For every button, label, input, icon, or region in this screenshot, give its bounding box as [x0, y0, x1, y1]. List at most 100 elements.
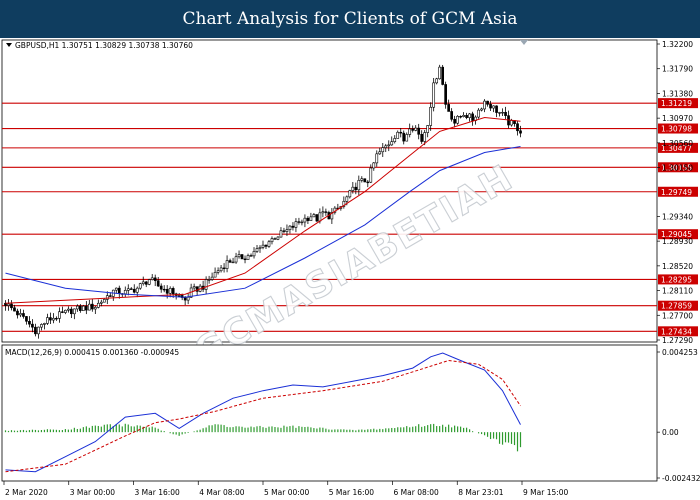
- price-tick-label: 1.31380: [662, 89, 693, 98]
- candle-body: [123, 290, 127, 295]
- candle-body: [462, 115, 465, 117]
- candle-body: [165, 288, 169, 294]
- candle-body: [19, 313, 22, 316]
- candle-body: [16, 310, 19, 316]
- candle-body: [138, 283, 142, 289]
- candle-body: [426, 125, 430, 133]
- time-tick-label: 9 Mar 15:00: [523, 488, 569, 497]
- candle-body: [144, 281, 148, 285]
- candle-body: [249, 255, 253, 257]
- candle-body: [64, 309, 67, 313]
- candle-body: [447, 104, 450, 112]
- candle-body: [420, 133, 424, 142]
- candle-body: [240, 254, 244, 260]
- candle-body: [52, 317, 55, 321]
- price-tick-label: 1.28110: [662, 287, 693, 296]
- macd-panel: MACD(12,26,9) 0.000415 0.001360 -0.00094…: [1, 344, 700, 483]
- candle-body: [288, 225, 292, 231]
- candle-body: [456, 116, 459, 124]
- candle-body: [384, 145, 388, 148]
- candle-body: [279, 230, 283, 238]
- price-panel: GCMASIABETIAH 1.312191.307981.304771.301…: [1, 39, 698, 374]
- candle-body: [55, 317, 58, 320]
- level-tag-label: 1.27859: [661, 302, 692, 311]
- candle-body: [108, 295, 112, 297]
- candle-body: [324, 211, 328, 213]
- candle-body: [132, 288, 136, 293]
- macd-info: MACD(12,26,9) 0.000415 0.001360 -0.00094…: [5, 348, 179, 357]
- candle-body: [156, 280, 160, 287]
- candle-body: [22, 313, 25, 317]
- candle-body: [390, 141, 394, 146]
- candle-body: [486, 100, 489, 105]
- candle-body: [213, 272, 217, 278]
- candle-body: [363, 178, 367, 183]
- candle-body: [396, 131, 400, 139]
- candle-body: [105, 295, 109, 300]
- candle-body: [405, 134, 409, 142]
- macd-tick-label: -0.002432: [662, 474, 700, 483]
- price-tick-label: 1.27290: [662, 336, 693, 345]
- candle-body: [96, 302, 100, 308]
- candle-body: [498, 112, 501, 114]
- candle-body: [408, 128, 412, 135]
- candle-body: [153, 277, 157, 281]
- candle-body: [483, 100, 486, 110]
- price-tick-label: 1.30560: [662, 139, 693, 148]
- candle-body: [345, 196, 349, 202]
- price-tick-label: 1.31790: [662, 65, 693, 74]
- candle-body: [99, 301, 103, 304]
- macd-axis: 0.004253 0.00 -0.002432: [657, 348, 700, 483]
- candle-body: [84, 305, 88, 311]
- candle-body: [135, 287, 139, 293]
- price-tick-label: 1.30150: [662, 164, 693, 173]
- candle-body: [438, 66, 442, 80]
- candle-body: [102, 299, 106, 303]
- candle-body: [147, 279, 151, 285]
- candle-body: [435, 78, 439, 84]
- candle-body: [76, 305, 79, 310]
- price-tick-label: 1.32200: [662, 40, 693, 49]
- candle-body: [429, 106, 433, 126]
- candle-body: [31, 323, 34, 328]
- candle-body: [192, 286, 196, 289]
- candle-body: [360, 178, 364, 181]
- candle-body: [264, 244, 268, 247]
- candle-body: [297, 221, 301, 223]
- time-tick-label: 5 Mar 16:00: [329, 488, 375, 497]
- time-tick-label: 6 Mar 08:00: [394, 488, 440, 497]
- candle-body: [114, 287, 118, 291]
- candle-body: [58, 311, 61, 319]
- price-tick-label: 1.28930: [662, 237, 693, 246]
- candle-body: [300, 221, 304, 224]
- candle-body: [28, 320, 31, 325]
- candle-body: [237, 254, 241, 258]
- candle-body: [318, 212, 322, 222]
- candle-body: [34, 326, 37, 335]
- time-tick-label: 8 Mar 23:01: [458, 488, 504, 497]
- candle-body: [141, 281, 145, 284]
- candle-body: [46, 317, 49, 324]
- candle-body: [393, 138, 397, 142]
- candle-body: [411, 128, 415, 131]
- candle-body: [25, 316, 28, 322]
- price-tick-label: 1.30970: [662, 114, 693, 123]
- candle-body: [480, 108, 483, 111]
- candle-body: [312, 214, 316, 218]
- candle-body: [303, 217, 307, 223]
- candle-body: [222, 267, 226, 270]
- candle-body: [207, 279, 211, 281]
- level-tag-label: 1.28295: [661, 275, 692, 284]
- candle-body: [162, 288, 166, 291]
- candle-body: [285, 229, 289, 232]
- candle-body: [234, 256, 238, 263]
- candle-body: [255, 248, 259, 252]
- candle-body: [477, 109, 480, 118]
- candle-body: [225, 260, 229, 269]
- candle-body: [261, 244, 265, 248]
- price-tick-label: 1.29340: [662, 212, 693, 221]
- candle-body: [186, 296, 190, 301]
- candle-body: [441, 66, 445, 85]
- candle-body: [399, 131, 403, 134]
- candle-body: [61, 311, 64, 313]
